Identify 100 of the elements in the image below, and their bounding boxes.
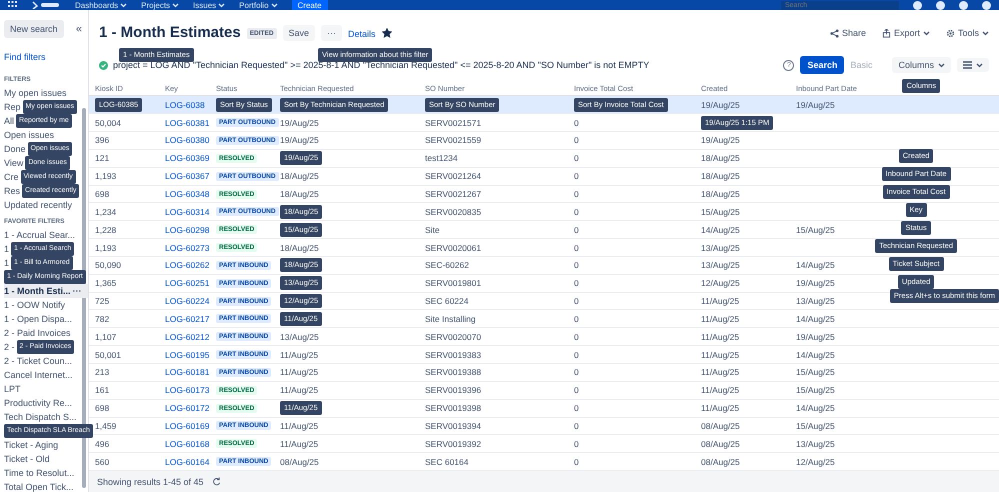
app-grid-icon[interactable] [8, 1, 17, 9]
filter-item[interactable]: Done [4, 142, 26, 156]
table-cell: 14/Aug/25 [701, 224, 740, 235]
filter-item[interactable]: 1 [4, 242, 10, 256]
table-cell: SERV0019801 [425, 278, 482, 288]
table-cell: 0 [574, 456, 579, 467]
more-button[interactable]: ··· [321, 25, 342, 41]
table-cell: 11/Aug/25 [280, 367, 318, 378]
issue-key-link[interactable]: LOG-60367 [165, 171, 210, 182]
issue-key-link[interactable]: LOG-60251 [165, 278, 210, 288]
issue-key-link[interactable]: LOG-60169 [165, 420, 210, 431]
filter-item[interactable]: 2 - Ticket Coun... [4, 354, 72, 368]
more-button[interactable]: ··· [72, 284, 82, 298]
details-link[interactable]: Details [348, 29, 376, 39]
new-search-button[interactable]: New search [4, 20, 64, 38]
table-cell: SERV0020070 [425, 332, 482, 342]
issue-key-link[interactable]: LOG-60380 [165, 135, 210, 146]
nav-menu[interactable]: Issues [193, 0, 226, 10]
issue-key-link[interactable]: LOG-60314 [165, 206, 210, 217]
table-cell: 50,004 [95, 118, 121, 128]
nav-menu[interactable]: Projects [141, 0, 180, 10]
filter-item[interactable]: 1 - OOW Notify [4, 298, 66, 312]
toolbar-action[interactable]: Share [830, 28, 866, 38]
filter-item[interactable]: Cancel Internet... [4, 368, 73, 382]
refresh-icon[interactable] [212, 477, 221, 486]
chevron-down-icon [120, 2, 128, 8]
table-cell: 0 [574, 260, 579, 270]
list-icon [963, 61, 972, 69]
issue-key-link[interactable]: LOG-60273 [165, 242, 210, 253]
issue-key-link[interactable]: LOG-60212 [165, 332, 210, 342]
filter-item[interactable]: All [4, 114, 14, 128]
search-button[interactable]: Search [800, 56, 844, 74]
issue-key-link[interactable]: LOG-60181 [165, 367, 210, 378]
filter-item[interactable]: View [4, 156, 24, 170]
table-cell: 725 [95, 296, 110, 306]
filter-item[interactable]: 1 - Month Esti... [4, 284, 70, 298]
filter-item[interactable]: Time to Resolut... [4, 466, 74, 480]
star-icon[interactable] [382, 28, 392, 38]
issue-key-link[interactable]: LOG-6038 [165, 100, 205, 110]
issue-key-link[interactable]: LOG-60217 [165, 314, 210, 324]
issue-key-link[interactable]: LOG-60298 [165, 224, 210, 235]
avatar-icon[interactable] [982, 0, 991, 10]
table-cell: 213 [95, 367, 110, 378]
table-cell: 1,193 [95, 171, 116, 182]
columns-button[interactable]: Columns [892, 57, 951, 73]
filter-item[interactable]: LPT [4, 382, 21, 396]
table-cell: 14/Aug/25 [796, 260, 835, 270]
issue-key-link[interactable]: LOG-60262 [165, 260, 210, 270]
issue-key-link[interactable]: LOG-60168 [165, 438, 210, 449]
jql-query-field[interactable]: project = LOG AND "Technician Requested" >= 2025-8-1 AND "Technician Requested" <= 2025-8-20 AND "SO Number" is not EMPTY [113, 60, 778, 70]
logo-icon[interactable] [31, 1, 61, 9]
chevron-down-icon [982, 30, 989, 36]
chevron-down-icon [922, 30, 930, 36]
issue-key-link[interactable]: LOG-60195 [165, 350, 210, 360]
create-button[interactable]: Create [292, 0, 328, 10]
issue-key-link[interactable]: LOG-60173 [165, 385, 210, 396]
collapse-button[interactable]: « [76, 23, 82, 35]
filter-item[interactable]: Tech Dispatch S... [4, 410, 77, 424]
filter-item[interactable]: Productivity Re... [4, 396, 72, 410]
filter-item[interactable]: Ticket - Old [4, 452, 50, 466]
save-button[interactable]: Save [282, 25, 316, 41]
filter-item[interactable]: Cre [4, 170, 19, 184]
table-cell: 0 [574, 438, 579, 449]
table-cell: 18/Aug/25 [701, 171, 740, 182]
table-cell: 1,228 [95, 224, 116, 235]
nav-menu[interactable]: Dashboards [75, 0, 128, 10]
table-cell: 698 [95, 189, 110, 199]
find-filters-link[interactable]: Find filters [4, 52, 88, 62]
filter-item[interactable]: Updated recently [4, 198, 72, 212]
issue-key-link[interactable]: LOG-60164 [165, 456, 210, 467]
filter-item[interactable]: My open issues [4, 86, 67, 100]
table-cell: SEC-60262 [425, 260, 469, 270]
filter-item[interactable]: 1 - Accrual Sear... [4, 228, 76, 242]
table-cell: 0 [574, 171, 579, 182]
filter-item[interactable]: 2 - [4, 340, 15, 354]
table-cell: 11/Aug/25 [280, 438, 318, 449]
table-cell: 0 [574, 420, 579, 431]
filter-item[interactable]: Ticket - Aging [4, 438, 58, 452]
issue-key-link[interactable]: LOG-60381 [165, 118, 210, 128]
table-cell: SERV0019392 [425, 438, 482, 449]
toolbar-action[interactable]: Tools [946, 28, 989, 38]
filter-item[interactable]: Rep [4, 100, 21, 114]
table-cell: 08/Aug/25 [701, 438, 740, 449]
table-cell: 0 [574, 367, 579, 378]
table-cell: 15/Aug/25 [796, 385, 835, 396]
layout-button[interactable] [957, 58, 989, 72]
filter-item[interactable]: 2 - Paid Invoices [4, 326, 71, 340]
issue-key-link[interactable]: LOG-60172 [165, 403, 210, 414]
filter-item[interactable]: 1 - Open Dispa... [4, 312, 72, 326]
issue-key-link[interactable]: LOG-60369 [165, 153, 210, 164]
filter-item[interactable]: Res [4, 184, 20, 198]
filter-item[interactable]: Open issues [4, 128, 54, 142]
toolbar-action[interactable]: Export [882, 28, 930, 38]
filter-item[interactable]: Total Open Tick... [4, 480, 74, 492]
nav-menu[interactable]: Portfolio [239, 0, 278, 10]
issue-key-link[interactable]: LOG-60348 [165, 189, 210, 199]
table-cell: 161 [95, 385, 110, 396]
issue-key-link[interactable]: LOG-60224 [165, 296, 210, 306]
filter-item[interactable]: 1 [4, 256, 10, 270]
results-summary: Showing results 1-45 of 45 [97, 476, 204, 487]
